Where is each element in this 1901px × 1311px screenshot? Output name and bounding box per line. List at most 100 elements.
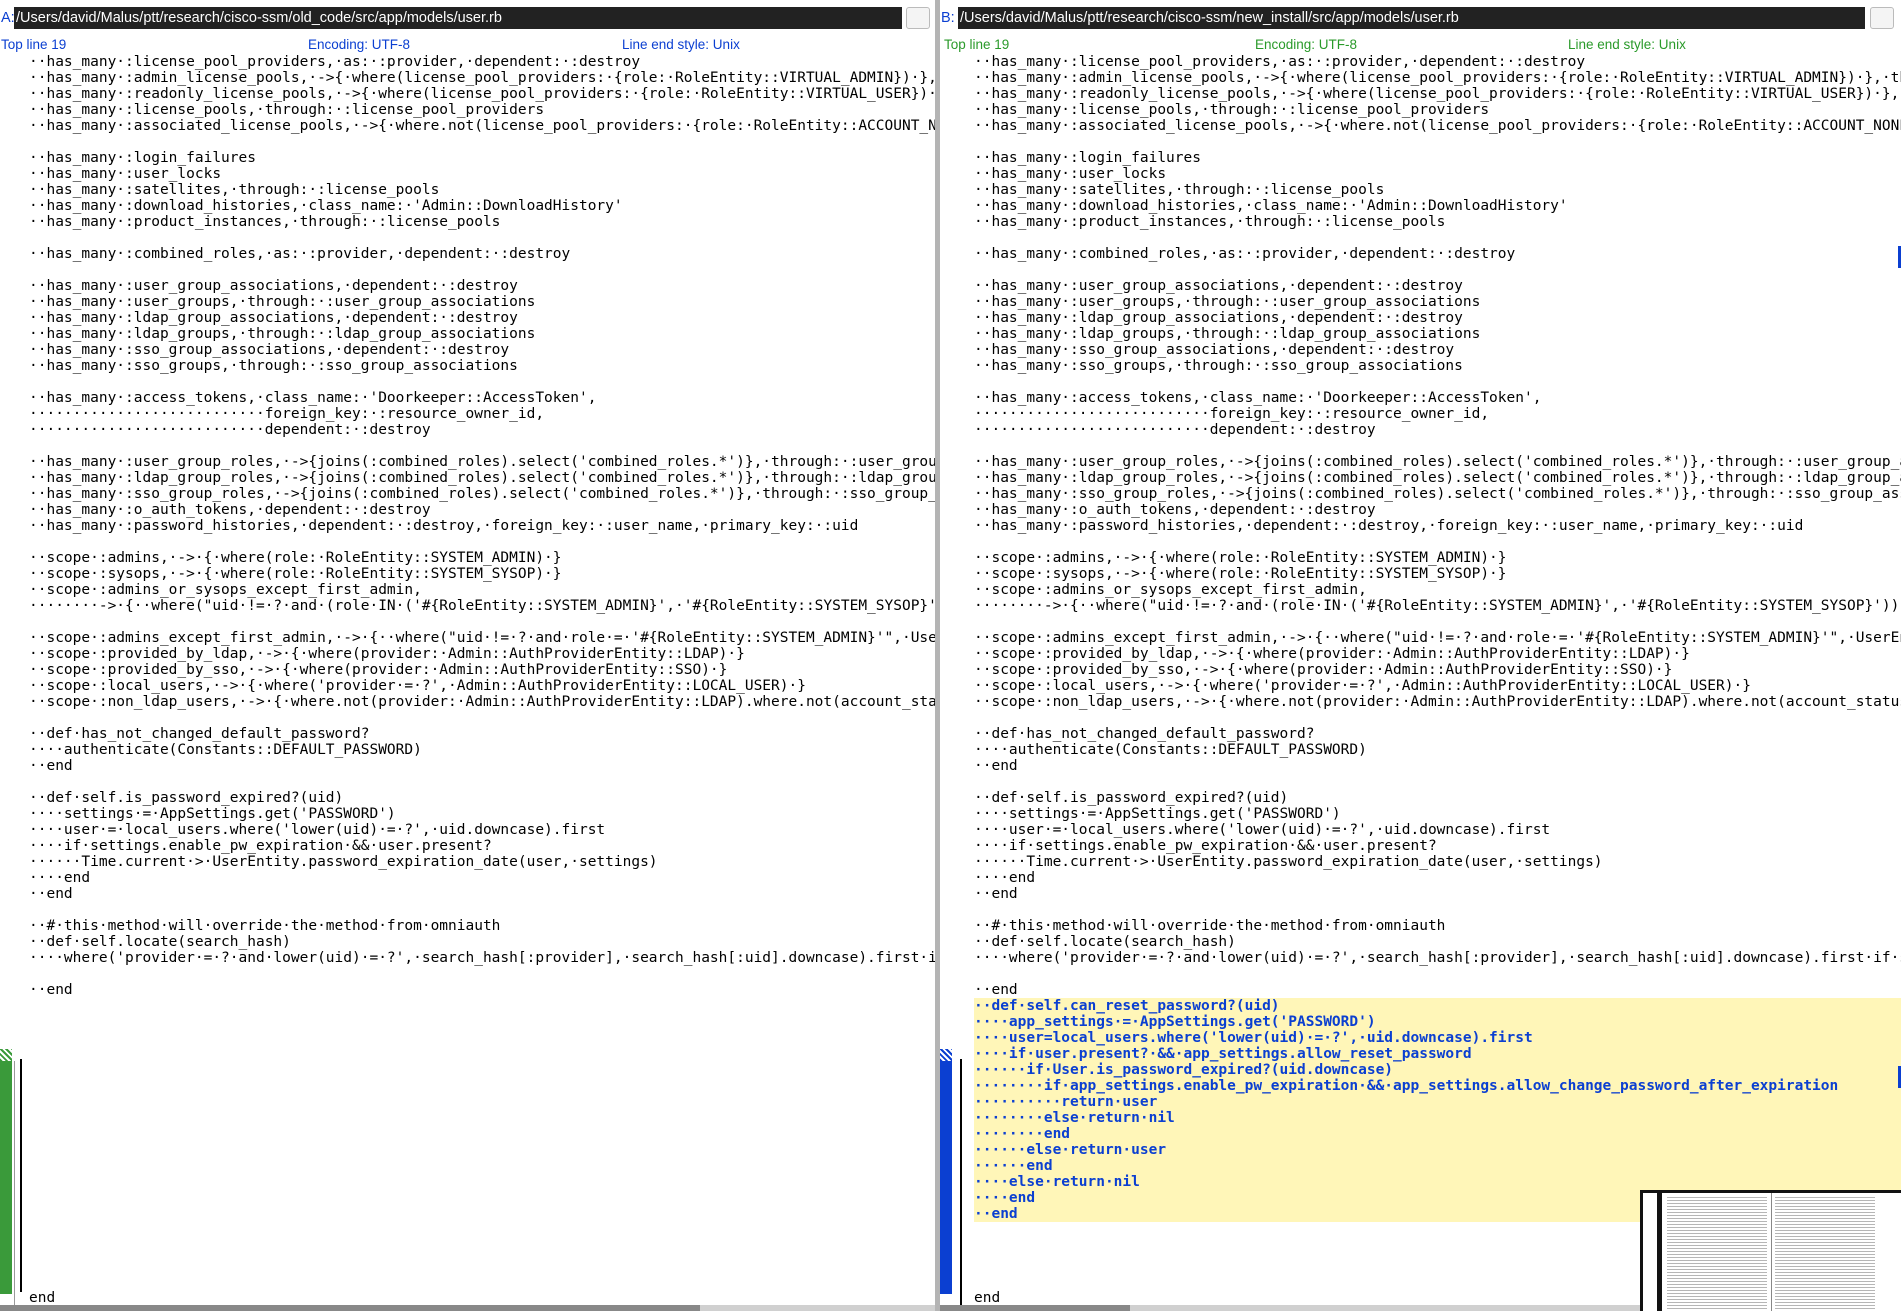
- code-line[interactable]: [974, 534, 1901, 550]
- code-line[interactable]: ··has_many·:access_tokens,·class_name:·'…: [974, 390, 1901, 406]
- code-line[interactable]: ··has_many·:admin_license_pools,·->{·whe…: [29, 70, 935, 86]
- code-line[interactable]: ··scope·:local_users,·->·{·where('provid…: [974, 678, 1901, 694]
- code-line[interactable]: ··scope·:admins,·->·{·where(role:·RoleEn…: [974, 550, 1901, 566]
- code-line[interactable]: ····user·=·local_users.where('lower(uid)…: [29, 822, 935, 838]
- code-line[interactable]: ··has_many·:o_auth_tokens,·dependent:·:d…: [29, 502, 935, 518]
- code-line[interactable]: ··def·self.is_password_expired?(uid): [974, 790, 1901, 806]
- code-line[interactable]: ··def·has_not_changed_default_password?: [974, 726, 1901, 742]
- code-line[interactable]: ····settings·=·AppSettings.get('PASSWORD…: [974, 806, 1901, 822]
- left-editor[interactable]: ··has_many·:license_pool_providers,·as:·…: [0, 54, 935, 1311]
- code-line[interactable]: ··has_many·:user_group_associations,·dep…: [974, 278, 1901, 294]
- code-line[interactable]: ··has_many·:sso_group_associations,·depe…: [29, 342, 935, 358]
- code-line[interactable]: ···························foreign_key:·…: [974, 406, 1901, 422]
- left-code-lines[interactable]: ··has_many·:license_pool_providers,·as:·…: [29, 54, 935, 998]
- code-line[interactable]: ········->·{··where("uid·!=·?·and·(role·…: [29, 598, 935, 614]
- left-line-end-style[interactable]: Line end style: Unix: [622, 36, 740, 54]
- right-code-lines[interactable]: ··has_many·:license_pool_providers,·as:·…: [974, 54, 1901, 1222]
- code-line[interactable]: ··has_many·:sso_groups,·through:·:sso_gr…: [29, 358, 935, 374]
- code-line[interactable]: [29, 614, 935, 630]
- code-line[interactable]: ··has_many·:ldap_group_roles,·->{joins(:…: [29, 470, 935, 486]
- code-line[interactable]: ··def·has_not_changed_default_password?: [29, 726, 935, 742]
- code-line[interactable]: ··has_many·:user_groups,·through:·:user_…: [29, 294, 935, 310]
- code-line[interactable]: ··has_many·:product_instances,·through:·…: [974, 214, 1901, 230]
- code-line[interactable]: [974, 966, 1901, 982]
- code-line[interactable]: [29, 710, 935, 726]
- code-line[interactable]: ··scope·:admins_except_first_admin,·->·{…: [974, 630, 1901, 646]
- code-line[interactable]: [974, 438, 1901, 454]
- code-line[interactable]: ··has_many·:license_pools,·through:·:lic…: [974, 102, 1901, 118]
- added-code-line[interactable]: ········end: [974, 1126, 1901, 1142]
- code-line[interactable]: ··def·self.locate(search_hash): [29, 934, 935, 950]
- code-line[interactable]: ··has_many·:user_groups,·through:·:user_…: [974, 294, 1901, 310]
- code-line[interactable]: ··has_many·:license_pools,·through:·:lic…: [29, 102, 935, 118]
- added-code-line[interactable]: ······end: [974, 1158, 1901, 1174]
- added-code-line[interactable]: ········if·app_settings.enable_pw_expira…: [974, 1078, 1901, 1094]
- code-line[interactable]: ··scope·:admins_or_sysops_except_first_a…: [974, 582, 1901, 598]
- code-line[interactable]: ··scope·:sysops,·->·{·where(role:·RoleEn…: [974, 566, 1901, 582]
- code-line[interactable]: ··has_many·:ldap_groups,·through:·:ldap_…: [29, 326, 935, 342]
- code-line[interactable]: ··has_many·:ldap_group_roles,·->{joins(:…: [974, 470, 1901, 486]
- added-code-line[interactable]: ····user=local_users.where('lower(uid)·=…: [974, 1030, 1901, 1046]
- right-close-button[interactable]: [1870, 7, 1894, 29]
- code-line[interactable]: ··has_many·:ldap_groups,·through:·:ldap_…: [974, 326, 1901, 342]
- code-line[interactable]: ··has_many·:download_histories,·class_na…: [29, 198, 935, 214]
- right-file-path[interactable]: /Users/david/Malus/ptt/research/cisco-ss…: [958, 7, 1865, 29]
- code-line[interactable]: ··scope·:provided_by_ldap,·->·{·where(pr…: [974, 646, 1901, 662]
- code-line[interactable]: [974, 374, 1901, 390]
- code-line[interactable]: ··scope·:non_ldap_users,·->·{·where.not(…: [29, 694, 935, 710]
- code-line[interactable]: ··has_many·:user_group_roles,·->{joins(:…: [974, 454, 1901, 470]
- added-code-line[interactable]: ··········return·user: [974, 1094, 1901, 1110]
- code-line[interactable]: ········->·{··where("uid·!=·?·and·(role·…: [974, 598, 1901, 614]
- code-line[interactable]: ··has_many·:admin_license_pools,·->{·whe…: [974, 70, 1901, 86]
- code-line[interactable]: ··has_many·:download_histories,·class_na…: [974, 198, 1901, 214]
- code-line[interactable]: ··scope·:provided_by_sso,·->·{·where(pro…: [974, 662, 1901, 678]
- code-line[interactable]: ··has_many·:ldap_group_associations,·dep…: [29, 310, 935, 326]
- code-line[interactable]: [29, 262, 935, 278]
- code-line[interactable]: ··#·this·method·will·override·the·method…: [29, 918, 935, 934]
- code-line[interactable]: ··has_many·:associated_license_pools,·->…: [29, 118, 935, 134]
- code-line[interactable]: ··end: [974, 758, 1901, 774]
- code-line[interactable]: [29, 774, 935, 790]
- code-line[interactable]: [974, 134, 1901, 150]
- code-line[interactable]: ··scope·:non_ldap_users,·->·{·where.not(…: [974, 694, 1901, 710]
- code-line[interactable]: ··has_many·:sso_groups,·through:·:sso_gr…: [974, 358, 1901, 374]
- code-line[interactable]: ··has_many·:combined_roles,·as:·:provide…: [974, 246, 1901, 262]
- code-line[interactable]: ··has_many·:product_instances,·through:·…: [29, 214, 935, 230]
- left-file-path[interactable]: /Users/david/Malus/ptt/research/cisco-ss…: [14, 7, 902, 29]
- code-line[interactable]: ··scope·:sysops,·->·{·where(role:·RoleEn…: [29, 566, 935, 582]
- code-line[interactable]: [29, 534, 935, 550]
- left-encoding[interactable]: Encoding: UTF-8: [308, 36, 410, 54]
- code-line[interactable]: ··def·self.is_password_expired?(uid): [29, 790, 935, 806]
- diff-minimap[interactable]: [1640, 1190, 1901, 1311]
- code-line[interactable]: ··has_many·:password_histories,·dependen…: [29, 518, 935, 534]
- code-line[interactable]: ···························dependent:·:d…: [29, 422, 935, 438]
- code-line[interactable]: [29, 134, 935, 150]
- code-line[interactable]: ··has_many·:login_failures: [29, 150, 935, 166]
- code-line[interactable]: ··end: [29, 758, 935, 774]
- code-line[interactable]: [974, 710, 1901, 726]
- code-line[interactable]: ··has_many·:user_locks: [974, 166, 1901, 182]
- code-line[interactable]: ····where('provider·=·?·and·lower(uid)·=…: [29, 950, 935, 966]
- code-line[interactable]: [29, 438, 935, 454]
- left-close-button[interactable]: [906, 7, 930, 29]
- right-scroll-thumb[interactable]: [940, 1305, 1130, 1311]
- code-line[interactable]: ··def·self.locate(search_hash): [974, 934, 1901, 950]
- added-code-line[interactable]: ····app_settings·=·AppSettings.get('PASS…: [974, 1014, 1901, 1030]
- code-line[interactable]: ··has_many·:associated_license_pools,·->…: [974, 118, 1901, 134]
- code-line[interactable]: ··has_many·:user_locks: [29, 166, 935, 182]
- code-line[interactable]: [974, 262, 1901, 278]
- code-line[interactable]: [974, 774, 1901, 790]
- right-editor[interactable]: ··has_many·:license_pool_providers,·as:·…: [940, 54, 1901, 1311]
- right-encoding[interactable]: Encoding: UTF-8: [1255, 36, 1357, 54]
- code-line[interactable]: ····user·=·local_users.where('lower(uid)…: [974, 822, 1901, 838]
- right-line-end-style[interactable]: Line end style: Unix: [1568, 36, 1686, 54]
- added-code-line[interactable]: ····if·user.present?·&&·app_settings.all…: [974, 1046, 1901, 1062]
- code-line[interactable]: ··has_many·:user_group_roles,·->{joins(:…: [29, 454, 935, 470]
- code-line[interactable]: ····if·settings.enable_pw_expiration·&&·…: [974, 838, 1901, 854]
- left-diff-pane[interactable]: A: /Users/david/Malus/ptt/research/cisco…: [0, 0, 935, 1311]
- right-diff-pane[interactable]: B: /Users/david/Malus/ptt/research/cisco…: [940, 0, 1901, 1311]
- code-line[interactable]: ··has_many·:sso_group_roles,·->{joins(:c…: [974, 486, 1901, 502]
- code-line[interactable]: ··has_many·:satellites,·through:·:licens…: [29, 182, 935, 198]
- code-line[interactable]: ··has_many·:sso_group_associations,·depe…: [974, 342, 1901, 358]
- code-line[interactable]: ··end: [29, 982, 935, 998]
